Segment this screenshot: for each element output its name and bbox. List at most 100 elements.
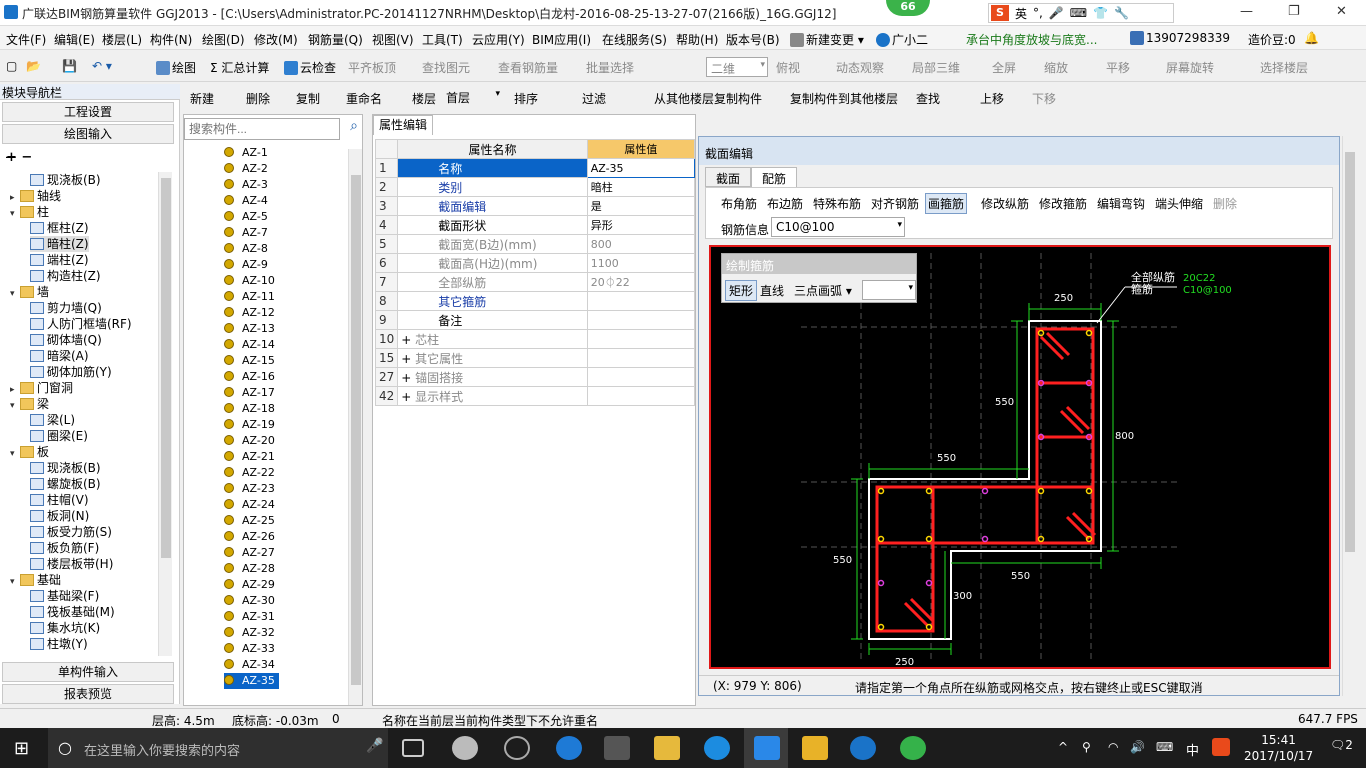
- property-value[interactable]: [586, 386, 696, 406]
- property-value[interactable]: [586, 348, 696, 368]
- tools-icon[interactable]: 🔧: [1114, 6, 1129, 20]
- table-row[interactable]: 15 + 其它属性: [374, 348, 696, 368]
- top-view-button[interactable]: 俯视: [776, 59, 800, 76]
- ggj-app-icon[interactable]: [754, 736, 780, 760]
- menu-bim[interactable]: BIM应用(I): [532, 31, 591, 48]
- table-row[interactable]: 42 + 显示样式: [374, 386, 696, 406]
- table-row[interactable]: 9 备注: [374, 310, 696, 330]
- list-item[interactable]: AZ-32: [224, 625, 275, 641]
- list-item[interactable]: AZ-11: [224, 289, 275, 305]
- list-item[interactable]: AZ-23: [224, 481, 275, 497]
- tray-chevron-icon[interactable]: ^: [1058, 740, 1068, 754]
- nav-item[interactable]: 梁(L): [30, 412, 75, 428]
- delete-button[interactable]: 删除: [246, 90, 270, 107]
- menu-edit[interactable]: 编辑(E): [54, 31, 95, 48]
- notification-center[interactable]: 🗨2: [1330, 738, 1353, 752]
- menu-view[interactable]: 视图(V): [372, 31, 414, 48]
- section-drawing[interactable]: 250 550 800 550 550 550 300 250 全部纵筋箍筋 20C22C10@1…: [711, 247, 1329, 667]
- new-change-button[interactable]: 新建变更 ▾: [790, 31, 864, 48]
- modify-hoop-button[interactable]: 修改箍筋: [1039, 195, 1087, 212]
- draw-hoop-button[interactable]: 画箍筋: [925, 193, 968, 214]
- search-icon[interactable]: ⌕: [344, 118, 364, 140]
- tab-rebar[interactable]: 配筋: [751, 167, 798, 187]
- property-value[interactable]: 20⏀22: [586, 272, 696, 292]
- property-value[interactable]: 暗柱: [586, 177, 696, 197]
- cortana-icon[interactable]: ○: [58, 738, 72, 757]
- volume-icon[interactable]: 🔊: [1130, 740, 1145, 754]
- new-component-button[interactable]: 新建: [190, 90, 214, 107]
- nav-item[interactable]: ▾ 柱: [10, 204, 49, 220]
- nav-item[interactable]: 暗梁(A): [30, 348, 89, 364]
- wifi-icon[interactable]: ◠: [1108, 740, 1118, 754]
- corner-rebar-button[interactable]: 布角筋: [721, 195, 757, 212]
- expand-all-icon[interactable]: +̶ −: [6, 150, 32, 165]
- nav-item[interactable]: 柱帽(V): [30, 492, 89, 508]
- nav-item[interactable]: 砌体墙(Q): [30, 332, 102, 348]
- tray-link-icon[interactable]: ⚲: [1082, 740, 1091, 754]
- nav-item[interactable]: 集水坑(K): [30, 620, 100, 636]
- expand-toggle-icon[interactable]: ▾: [10, 398, 20, 414]
- table-row[interactable]: 6 截面高(H边)(mm) 1100: [374, 253, 696, 273]
- nav-item[interactable]: ▾ 梁: [10, 396, 49, 412]
- list-item[interactable]: AZ-10: [224, 273, 275, 289]
- property-value[interactable]: 异形: [586, 215, 696, 235]
- list-item[interactable]: AZ-1: [224, 145, 268, 161]
- menu-version[interactable]: 版本号(B): [726, 31, 780, 48]
- expand-plus-icon[interactable]: +: [401, 352, 415, 366]
- nav-item[interactable]: 楼层板带(H): [30, 556, 113, 572]
- expand-toggle-icon[interactable]: ▾: [10, 286, 20, 302]
- list-item[interactable]: AZ-34: [224, 657, 275, 673]
- ime-lang[interactable]: 英: [1015, 5, 1027, 22]
- table-row[interactable]: 1 名称 AZ-35: [374, 158, 696, 178]
- view-mode-select[interactable]: 二维 ▾: [706, 57, 768, 77]
- glodon-g-icon[interactable]: [850, 736, 876, 760]
- user-phone[interactable]: 13907298339: [1130, 31, 1230, 45]
- menu-help[interactable]: 帮助(H): [676, 31, 718, 48]
- property-value[interactable]: [586, 291, 696, 311]
- maximize-button[interactable]: ❐: [1288, 4, 1300, 19]
- expand-plus-icon[interactable]: +: [401, 390, 415, 404]
- edit-hook-button[interactable]: 编辑弯钩: [1097, 195, 1145, 212]
- list-item[interactable]: AZ-9: [224, 257, 268, 273]
- nav-item[interactable]: ▸ 轴线: [10, 188, 61, 204]
- score-badge[interactable]: 66: [886, 0, 930, 16]
- sogou-icon[interactable]: S: [991, 5, 1009, 21]
- component-scrollbar[interactable]: [348, 149, 362, 705]
- nav-item[interactable]: 端柱(Z): [30, 252, 89, 268]
- rename-button[interactable]: 重命名: [346, 90, 382, 107]
- windows-start-icon[interactable]: ⊞: [14, 738, 29, 759]
- flush-slab-button[interactable]: 平齐板顶: [348, 59, 396, 76]
- store-icon[interactable]: [604, 736, 630, 760]
- list-item[interactable]: AZ-4: [224, 193, 268, 209]
- list-item[interactable]: AZ-19: [224, 417, 275, 433]
- move-down-button[interactable]: 下移: [1032, 90, 1056, 107]
- table-row[interactable]: 3 截面编辑 是: [374, 196, 696, 216]
- batch-select-button[interactable]: 批量选择: [586, 59, 634, 76]
- align-rebar-button[interactable]: 对齐钢筋: [871, 195, 919, 212]
- list-item[interactable]: AZ-15: [224, 353, 275, 369]
- file-explorer-icon[interactable]: [654, 736, 680, 760]
- bell-icon[interactable]: 🔔: [1304, 31, 1319, 45]
- nav-item[interactable]: 柱墩(Y): [30, 636, 88, 652]
- nav-scrollbar[interactable]: [158, 172, 172, 656]
- nav-item[interactable]: 框柱(Z): [30, 220, 89, 236]
- nav-item[interactable]: 构造柱(Z): [30, 268, 101, 284]
- property-value[interactable]: [586, 329, 696, 349]
- ime-toolbar[interactable]: S 英 °, 🎤 ⌨ 👕 🔧: [988, 3, 1174, 23]
- list-item[interactable]: AZ-21: [224, 449, 275, 465]
- line-mode-button[interactable]: 直线: [760, 282, 784, 299]
- list-item[interactable]: AZ-13: [224, 321, 275, 337]
- nav-item[interactable]: ▸ 门窗洞: [10, 380, 73, 396]
- dynamic-view-button[interactable]: 动态观察: [836, 59, 884, 76]
- minimize-button[interactable]: —: [1240, 4, 1253, 19]
- property-value[interactable]: [586, 367, 696, 387]
- copy-from-floor-button[interactable]: 从其他楼层复制构件: [654, 90, 762, 107]
- table-row[interactable]: 8 其它箍筋: [374, 291, 696, 311]
- keyboard-icon[interactable]: ⌨: [1070, 6, 1087, 20]
- project-settings-button[interactable]: 工程设置: [2, 102, 174, 122]
- list-item[interactable]: AZ-29: [224, 577, 275, 593]
- list-item[interactable]: AZ-16: [224, 369, 275, 385]
- green-app-icon[interactable]: [900, 736, 926, 760]
- menu-cloud[interactable]: 云应用(Y): [472, 31, 525, 48]
- menu-component[interactable]: 构件(N): [150, 31, 192, 48]
